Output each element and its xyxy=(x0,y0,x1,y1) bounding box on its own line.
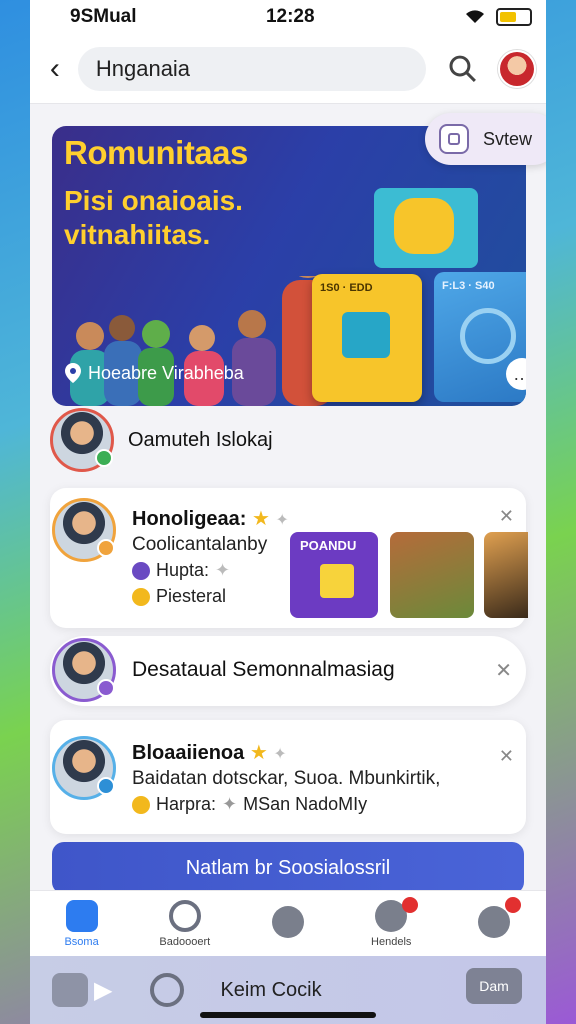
share-button[interactable]: Svtew xyxy=(425,113,546,165)
feed-card-meta-label: Hupta: xyxy=(156,560,210,580)
share-icon xyxy=(439,124,469,154)
emoji-icon xyxy=(132,587,150,606)
hero-title: Romunitaas xyxy=(64,134,248,171)
hero-banner[interactable]: Romunitaas Pisi onaioais. vitnahiitas. 1… xyxy=(52,126,526,406)
chat-icon xyxy=(342,312,390,358)
sparkle-icon: ✦ xyxy=(275,512,289,529)
feed-card-title: Desataual Semonnalmasiag xyxy=(132,658,395,681)
search-field[interactable]: Hnganaia xyxy=(77,46,427,91)
avatar xyxy=(50,408,114,472)
photo-thumbnail[interactable] xyxy=(484,532,528,618)
search-icon xyxy=(168,899,201,932)
star-icon: ★ xyxy=(252,508,270,530)
tab-label: Bsoma xyxy=(64,935,99,948)
feed-card[interactable]: Honoligeaa: ★ ✦ Coolicantalanby Hupta: ✦… xyxy=(50,488,528,628)
top-header: ‹ Hnganaia xyxy=(30,34,546,104)
search-icon[interactable] xyxy=(150,973,185,1007)
tab-label: Badoooert xyxy=(159,935,211,948)
tab-label: Hendels xyxy=(371,935,412,948)
tab-notifications[interactable] xyxy=(443,891,546,956)
media-thumbnail-label: POANDU xyxy=(300,538,357,553)
close-icon[interactable]: ✕ xyxy=(495,658,512,683)
star-icon: ★ xyxy=(249,742,268,764)
feed-card-tag-label: Piesteral xyxy=(156,586,227,606)
status-badge xyxy=(97,777,115,795)
online-status-icon xyxy=(95,449,113,467)
status-bar: 9SMual 12:28 xyxy=(30,0,546,34)
notification-icon xyxy=(478,905,511,938)
feed-card-title-text: Honoligeaa: xyxy=(132,508,247,530)
sparkle-icon: ✦ xyxy=(215,560,231,580)
browser-bar-button-label: Dam xyxy=(479,978,509,994)
cta-button-label: Natlam br Soosialossril xyxy=(185,856,391,879)
clock: 12:28 xyxy=(265,6,315,27)
list-item[interactable]: Oamuteh Islokaj xyxy=(50,404,526,476)
hero-subtitle: Pisi onaioais. vitnahiitas. xyxy=(64,185,243,250)
feed-card-meta: Harpra: ✦ MSan NadoMIy xyxy=(132,794,367,815)
app-card-yellow[interactable]: 1S0 · EDD xyxy=(312,274,422,402)
feed-card-meta-label: Harpra: xyxy=(156,794,217,814)
people-illustration xyxy=(70,276,334,406)
close-icon[interactable]: ✕ xyxy=(499,746,514,767)
download-icon[interactable] xyxy=(52,973,88,1007)
close-icon[interactable]: ✕ xyxy=(499,506,514,527)
feed-card-meta-value: MSan NadoMIy xyxy=(243,794,368,814)
feed-card-tag: Piesteral xyxy=(132,586,226,607)
tab-search[interactable]: Badoooert xyxy=(133,891,236,956)
avatar xyxy=(52,736,116,800)
feed-card-title: Bloaaiienoa ★ ✦ xyxy=(132,740,287,765)
feed-card[interactable]: Bloaaiienoa ★ ✦ Baidatan dotsckar, Suoa.… xyxy=(50,720,526,834)
tab-add[interactable] xyxy=(236,891,339,956)
sparkle-icon: ✦ xyxy=(273,746,287,763)
media-thumbnail[interactable]: POANDU xyxy=(290,532,378,618)
photo-thumbnail[interactable] xyxy=(390,532,474,618)
avatar xyxy=(52,498,116,562)
notification-badge xyxy=(401,897,418,913)
user-icon xyxy=(132,561,150,580)
tab-bar: Bsoma Badoooert Hendels xyxy=(30,890,546,956)
share-label: Svtew xyxy=(483,128,533,149)
location-pin-icon xyxy=(65,363,81,383)
browser-bar-button[interactable]: Dam xyxy=(466,968,522,1004)
avatar xyxy=(52,638,116,702)
feed-card-subtitle: Coolicantalanby xyxy=(132,534,268,555)
phone-screen: 9SMual 12:28 ‹ Hnganaia Romunitaas Pisi … xyxy=(30,0,546,1024)
notification-badge xyxy=(504,897,521,913)
status-badge xyxy=(97,679,115,697)
feed-card-subtitle: Baidatan dotsckar, Suoa. Mbunkirtik, xyxy=(132,768,441,789)
signal-icon xyxy=(465,10,484,23)
carrier-label: 9SMual xyxy=(70,6,137,27)
app-card-blue-label: F:L3 · S40 xyxy=(442,280,495,292)
tab-home[interactable]: Bsoma xyxy=(30,891,133,956)
feed-card-meta: Hupta: ✦ xyxy=(132,560,230,581)
profile-avatar[interactable] xyxy=(498,49,536,88)
list-item-name: Oamuteh Islokaj xyxy=(128,428,273,451)
browser-bar: ▶ Keim Cocik Dam xyxy=(30,956,546,1024)
search-field-text: Hnganaia xyxy=(95,55,191,81)
cup-icon xyxy=(320,564,354,598)
search-icon[interactable] xyxy=(448,54,478,84)
feed-card-title-text: Bloaaiienoa xyxy=(132,742,245,764)
ring-icon xyxy=(460,308,516,364)
tab-tags[interactable]: Hendels xyxy=(340,891,443,956)
feed-card[interactable]: Desataual Semonnalmasiag ✕ xyxy=(50,636,526,706)
app-card-green xyxy=(374,188,478,268)
hero-location: Hoeabre Virabheba xyxy=(64,362,244,384)
hero-location-text: Hoeabre Virabheba xyxy=(88,362,244,383)
app-card-yellow-label: 1S0 · EDD xyxy=(320,282,373,294)
emoji-icon xyxy=(132,795,150,814)
play-icon[interactable]: ▶ xyxy=(94,976,112,1005)
browser-bar-text[interactable]: Keim Cocik xyxy=(220,979,321,1002)
battery-icon xyxy=(495,8,532,26)
add-icon xyxy=(272,905,304,938)
status-badge xyxy=(97,539,115,557)
home-icon xyxy=(65,899,98,932)
home-indicator xyxy=(200,1012,376,1018)
cta-button[interactable]: Natlam br Soosialossril xyxy=(52,842,524,894)
back-button[interactable]: ‹ xyxy=(40,52,70,86)
feed-card-title: Honoligeaa: ★ ✦ xyxy=(132,506,289,531)
sparkle-icon: ✦ xyxy=(222,794,238,814)
